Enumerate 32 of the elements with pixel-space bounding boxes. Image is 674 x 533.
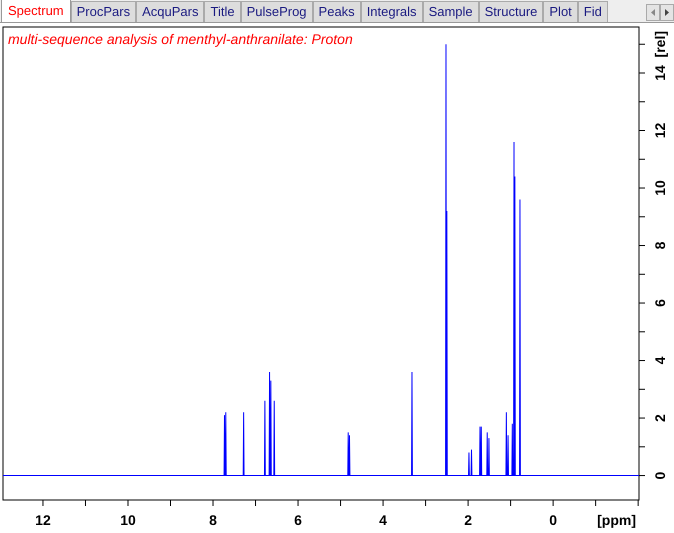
y-tick-label: 12 — [652, 122, 668, 138]
x-tick-label: 6 — [294, 512, 302, 528]
tab[interactable]: Peaks — [312, 1, 361, 22]
x-tick-label: 10 — [120, 512, 136, 528]
y-tick-label: 8 — [652, 242, 668, 250]
left-arrow-icon — [651, 9, 655, 16]
tab[interactable]: AcquPars — [136, 1, 204, 22]
tab[interactable]: Fid — [578, 1, 608, 22]
y-tick-label: 0 — [652, 472, 668, 480]
y-tick-label: 10 — [652, 180, 668, 196]
x-tick-label: 4 — [379, 512, 387, 528]
tab[interactable]: ProcPars — [70, 1, 136, 22]
x-tick-label: 0 — [549, 512, 558, 528]
y-tick-label: 4 — [652, 356, 668, 364]
tab[interactable]: Title — [204, 1, 241, 22]
spectrum-title: multi-sequence analysis of menthyl-anthranilate: Proton — [8, 31, 353, 47]
y-tick-label: 14 — [652, 65, 668, 81]
y-axis-label: [rel] — [652, 31, 668, 58]
x-tick-label: 8 — [209, 512, 217, 528]
y-tick-label: 6 — [652, 299, 668, 307]
x-tick-label: 12 — [35, 512, 51, 528]
y-tick-label: 2 — [652, 414, 668, 422]
tab[interactable]: Plot — [543, 1, 578, 22]
tab[interactable]: Spectrum — [1, 0, 71, 22]
tab[interactable]: Integrals — [360, 1, 423, 22]
x-tick-label: 2 — [464, 512, 472, 528]
x-axis-label: [ppm] — [597, 512, 636, 528]
scroll-right-button[interactable] — [660, 4, 674, 21]
right-arrow-icon — [665, 9, 669, 16]
tab[interactable]: PulseProg — [240, 1, 313, 22]
tab[interactable]: Structure — [478, 1, 544, 22]
tab[interactable]: Sample — [422, 1, 479, 22]
